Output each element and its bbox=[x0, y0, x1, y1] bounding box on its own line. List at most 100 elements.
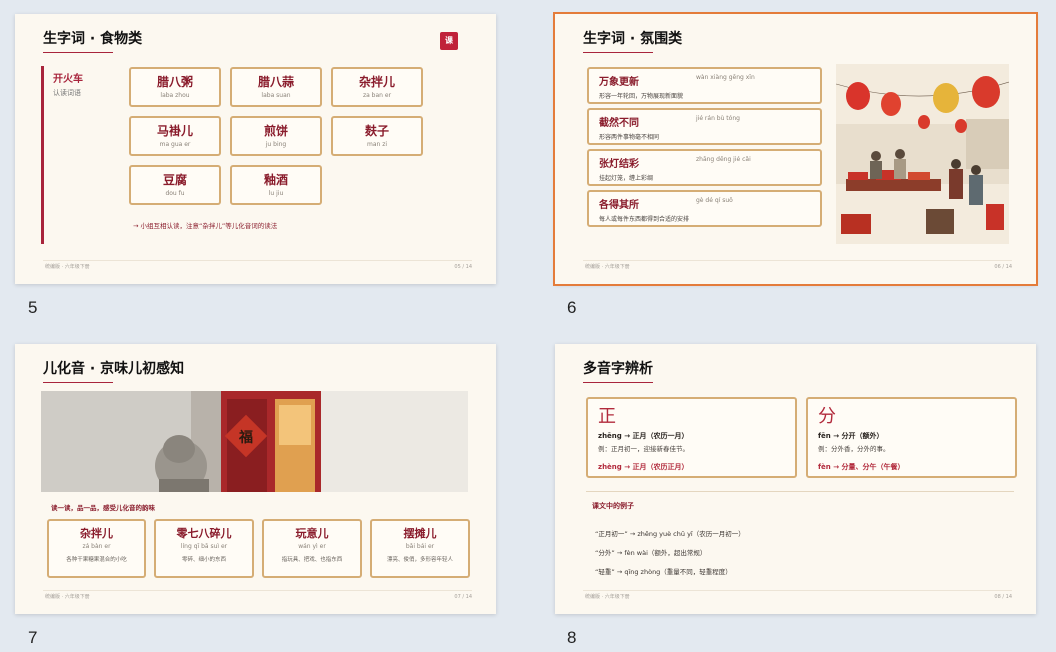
word-card: 腊八蒜 laba suan bbox=[230, 67, 322, 107]
side-subtitle: 认读词语 bbox=[53, 89, 81, 97]
word-card: 煎饼 ju bing bbox=[230, 116, 322, 156]
word-card: 杂拌儿 za ban er bbox=[331, 67, 423, 107]
card-desc: 零碎、细小的东西 bbox=[181, 557, 226, 563]
caption: 读一读，品一品，感受儿化音的韵味 bbox=[51, 504, 155, 512]
idiom-desc: 每人或每件东西都得到合适的安排 bbox=[599, 216, 690, 223]
slide-thumbnail-7[interactable]: 儿化音 · 京味儿初感知 福 读一读，品一品，感受儿化音的韵味 杂拌儿 zá b… bbox=[15, 344, 496, 614]
erhua-card: 零七八碎儿 líng qī bā suì er 零碎、细小的东西 bbox=[154, 519, 254, 578]
footer-label: 统编版 · 六年级下册 bbox=[585, 594, 630, 600]
footer-divider bbox=[583, 260, 1012, 261]
word-card: 釉酒 lu jiu bbox=[230, 165, 322, 205]
slide-title: 儿化音 · 京味儿初感知 bbox=[43, 361, 185, 377]
idiom-hanzi: 各得其所 bbox=[599, 200, 639, 211]
slide-number: 5 bbox=[28, 298, 38, 317]
card-hanzi: 杂拌儿 bbox=[80, 527, 113, 540]
polyphone-line-3: zhèng → 正月（农历正月） bbox=[598, 463, 689, 471]
word-hanzi: 腊八蒜 bbox=[257, 75, 294, 89]
example-line: “分外” → fèn wài（额外，超出常规） bbox=[595, 549, 707, 557]
card-hanzi: 零七八碎儿 bbox=[176, 527, 232, 540]
polyphone-card: 正 zhēng → 正月（农历一月） 例：正月初一，迎接新春佳节。 zhèng … bbox=[586, 397, 797, 478]
idiom-hanzi: 万象更新 bbox=[599, 77, 639, 88]
idiom-pinyin: zhāng dēng jié cǎi bbox=[696, 156, 751, 163]
card-pinyin: líng qī bā suì er bbox=[180, 543, 228, 550]
polyphone-char: 正 bbox=[598, 406, 616, 427]
polyphone-card: 分 fēn → 分开（额外） 例：分外香，分外的事。 fèn → 分量、分午（午… bbox=[806, 397, 1017, 478]
footer-label: 统编版 · 六年级下册 bbox=[585, 264, 630, 270]
word-hanzi: 马褂儿 bbox=[156, 124, 193, 138]
word-pinyin: lu jiu bbox=[268, 190, 284, 197]
footer-divider bbox=[43, 590, 472, 591]
title-underline bbox=[43, 52, 113, 53]
word-hanzi: 煎饼 bbox=[263, 124, 288, 138]
footer-divider bbox=[43, 260, 472, 261]
title-underline bbox=[43, 382, 113, 383]
page-indicator: 05 / 14 bbox=[454, 264, 472, 270]
word-pinyin: man zi bbox=[366, 141, 388, 148]
idiom-card: 万象更新 wàn xiàng gēng xīn 形容一年轮回，万物展现新面貌 bbox=[587, 67, 822, 104]
title-underline bbox=[583, 382, 653, 383]
word-pinyin: laba suan bbox=[261, 92, 291, 99]
polyphone-char: 分 bbox=[818, 406, 836, 427]
card-hanzi: 玩意儿 bbox=[295, 527, 329, 540]
polyphone-line-1: zhēng → 正月（农历一月） bbox=[598, 432, 689, 440]
word-pinyin: ma gua er bbox=[159, 141, 191, 148]
erhua-card: 杂拌儿 zá bàn er 各种干果糖果混合的小吃 bbox=[47, 519, 146, 578]
page-indicator: 07 / 14 bbox=[454, 594, 472, 600]
word-pinyin: ju bing bbox=[265, 141, 287, 148]
idiom-hanzi: 张灯结彩 bbox=[599, 159, 639, 170]
word-pinyin: dou fu bbox=[165, 190, 185, 197]
card-pinyin: zá bàn er bbox=[82, 543, 111, 550]
slide-number: 6 bbox=[567, 298, 577, 317]
word-pinyin: laba zhou bbox=[160, 92, 190, 99]
erhua-card: 玩意儿 wán yì er 指玩具、把戏、也指东西 bbox=[262, 519, 362, 578]
word-card: 马褂儿 ma gua er bbox=[129, 116, 221, 156]
idiom-card: 张灯结彩 zhāng dēng jié cǎi 挂起灯笼，缠上彩绸 bbox=[587, 149, 822, 186]
word-hanzi: 腊八粥 bbox=[156, 75, 193, 89]
polyphone-line-3: fèn → 分量、分午（午餐） bbox=[818, 463, 905, 471]
card-pinyin: wán yì er bbox=[298, 543, 326, 550]
note-text: → 小组互相认读，注意“杂拌儿”等儿化音词的读法 bbox=[133, 222, 278, 230]
slide-thumbnail-5[interactable]: 生字词 · 食物类 课 开火车 认读词语 腊八粥 laba zhou 腊八蒜 l… bbox=[15, 14, 496, 284]
polyphone-example: 例：分外香，分外的事。 bbox=[818, 445, 890, 453]
idiom-card: 截然不同 jié rán bù tóng 形容两件事物毫不相同 bbox=[587, 108, 822, 145]
idiom-desc: 形容两件事物毫不相同 bbox=[599, 134, 660, 141]
card-desc: 指玩具、把戏、也指东西 bbox=[281, 557, 343, 563]
idiom-pinyin: jié rán bù tóng bbox=[696, 115, 740, 122]
footer-divider bbox=[583, 590, 1012, 591]
side-bar bbox=[41, 66, 44, 244]
idiom-desc: 挂起灯笼，缠上彩绸 bbox=[599, 175, 654, 182]
slide-title: 生字词 · 氛围类 bbox=[583, 31, 683, 47]
word-hanzi: 豆腐 bbox=[162, 173, 187, 187]
card-hanzi: 摆摊儿 bbox=[403, 527, 437, 540]
slide-title: 多音字辨析 bbox=[583, 361, 653, 377]
hutong-door-image: 福 bbox=[41, 391, 468, 492]
card-desc: 各种干果糖果混合的小吃 bbox=[66, 557, 127, 563]
idiom-pinyin: wàn xiàng gēng xīn bbox=[696, 74, 755, 81]
polyphone-example: 例：正月初一，迎接新春佳节。 bbox=[598, 445, 689, 453]
title-underline bbox=[583, 52, 653, 53]
example-line: “轻重” → qīng zhòng（重量不同，轻重程度） bbox=[595, 568, 732, 576]
slide-thumbnail-8[interactable]: 多音字辨析 正 zhēng → 正月（农历一月） 例：正月初一，迎接新春佳节。 … bbox=[555, 344, 1036, 614]
slide-number: 8 bbox=[567, 628, 577, 647]
idiom-hanzi: 截然不同 bbox=[599, 118, 639, 129]
word-pinyin: za ban er bbox=[362, 92, 392, 99]
page-indicator: 06 / 14 bbox=[994, 264, 1012, 270]
word-hanzi: 杂拌儿 bbox=[358, 75, 395, 89]
polyphone-line-1: fēn → 分开（额外） bbox=[818, 432, 884, 440]
page-indicator: 08 / 14 bbox=[994, 594, 1012, 600]
card-desc: 漂亮、俊俏，多形容年轻人 bbox=[386, 557, 453, 563]
slide-number: 7 bbox=[28, 628, 38, 647]
word-hanzi: 釉酒 bbox=[263, 173, 288, 187]
word-card: 腊八粥 laba zhou bbox=[129, 67, 221, 107]
slide-thumbnail-6[interactable]: 生字词 · 氛围类 万象更新 wàn xiàng gēng xīn 形容一年轮回… bbox=[553, 12, 1038, 286]
idiom-pinyin: gè dé qí suǒ bbox=[696, 197, 733, 204]
side-title: 开火车 bbox=[53, 74, 83, 85]
footer-label: 统编版 · 六年级下册 bbox=[45, 594, 90, 600]
idiom-card: 各得其所 gè dé qí suǒ 每人或每件东西都得到合适的安排 bbox=[587, 190, 822, 227]
erhua-card: 摆摊儿 bǎi bái er 漂亮、俊俏，多形容年轻人 bbox=[370, 519, 470, 578]
footer-label: 统编版 · 六年级下册 bbox=[45, 264, 90, 270]
market-illustration bbox=[836, 64, 1009, 244]
examples-title: 课文中的例子 bbox=[592, 502, 634, 510]
example-line: “正月初一” → zhēng yuè chū yī（农历一月初一） bbox=[595, 530, 745, 538]
word-card: 麸子 man zi bbox=[331, 116, 423, 156]
